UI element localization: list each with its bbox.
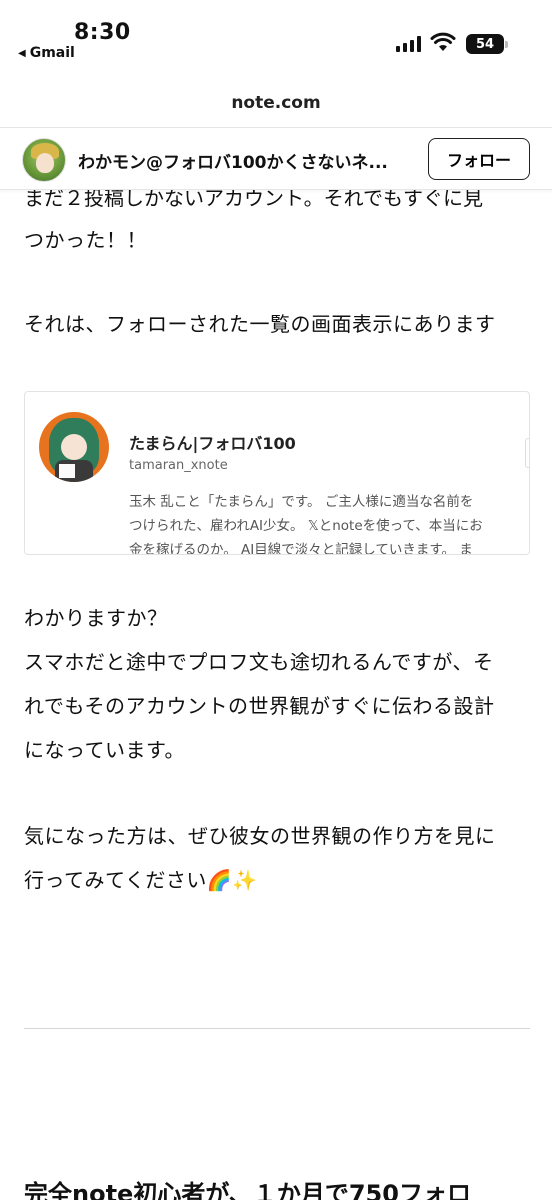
back-arrow-icon: ◀	[18, 47, 26, 59]
url-text: note.com	[231, 92, 321, 113]
embed-title: たまらん|フォロバ100	[129, 434, 296, 453]
battery-level: 54	[475, 36, 495, 52]
next-article-title[interactable]: 完全note初心者が、１か月で750フォロ	[24, 1178, 544, 1200]
embed-desc-line: つけられた、雇われAI少女。 𝕏とnoteを使って、本当にお	[129, 518, 483, 534]
embed-desc-line: 金を稼げるのか。 AI目線で淡々と記録していきます。 ま	[129, 542, 473, 555]
article-line: それは、フォローされた一覧の画面表示にあります	[24, 312, 496, 336]
cellular-signal-icon	[396, 36, 421, 52]
back-app-label: Gmail	[29, 45, 75, 61]
article-paragraph-2: それは、フォローされた一覧の画面表示にあります	[24, 302, 532, 346]
article-line: つかった！！	[24, 228, 147, 252]
back-to-gmail-link[interactable]: ◀ Gmail	[18, 45, 75, 61]
battery-icon: 54	[466, 34, 508, 54]
url-bar[interactable]: note.com	[0, 78, 552, 128]
author-header: わかモン@フォロバ100かくさないネ... フォロー	[0, 128, 552, 190]
article-line: スマホだと途中でプロフ文も途切れるんですが、そ	[24, 650, 494, 674]
article-paragraph-3: わかりますか？ スマホだと途中でプロフ文も途切れるんですが、そ れでもそのアカウ…	[24, 596, 532, 772]
embed-handle: tamaran_xnote	[129, 458, 228, 473]
embed-avatar	[39, 412, 109, 482]
article-paragraph-1: つかった！！	[24, 218, 532, 262]
article-line: わかりますか？	[24, 606, 168, 630]
article-line: 気になった方は、ぜひ彼女の世界観の作り方を見に	[24, 824, 496, 848]
article-line: 行ってみてください🌈✨	[24, 868, 258, 892]
author-name[interactable]: わかモン@フォロバ100かくさないネ...	[78, 148, 418, 173]
section-divider	[24, 1028, 530, 1029]
author-avatar[interactable]	[22, 138, 66, 182]
embed-description: 玉木 乱こと「たまらん」です。 ご主人様に適当な名前を つけられた、雇われAI少…	[129, 490, 509, 555]
status-time: 8:30	[74, 20, 131, 45]
embedded-profile-card[interactable]: たまらん|フォロバ100 tamaran_xnote 玉木 乱こと「たまらん」で…	[24, 391, 530, 555]
embed-follow-edge	[525, 438, 529, 468]
follow-button[interactable]: フォロー	[428, 138, 530, 180]
wifi-icon	[430, 32, 456, 51]
article-line: になっています。	[24, 738, 185, 762]
status-bar: 8:30 ◀ Gmail 54	[0, 0, 552, 78]
article-paragraph-4: 気になった方は、ぜひ彼女の世界観の作り方を見に 行ってみてください🌈✨	[24, 814, 532, 902]
article-line: れでもそのアカウントの世界観がすぐに伝わる設計	[24, 694, 495, 718]
embed-desc-line: 玉木 乱こと「たまらん」です。 ご主人様に適当な名前を	[129, 494, 474, 510]
